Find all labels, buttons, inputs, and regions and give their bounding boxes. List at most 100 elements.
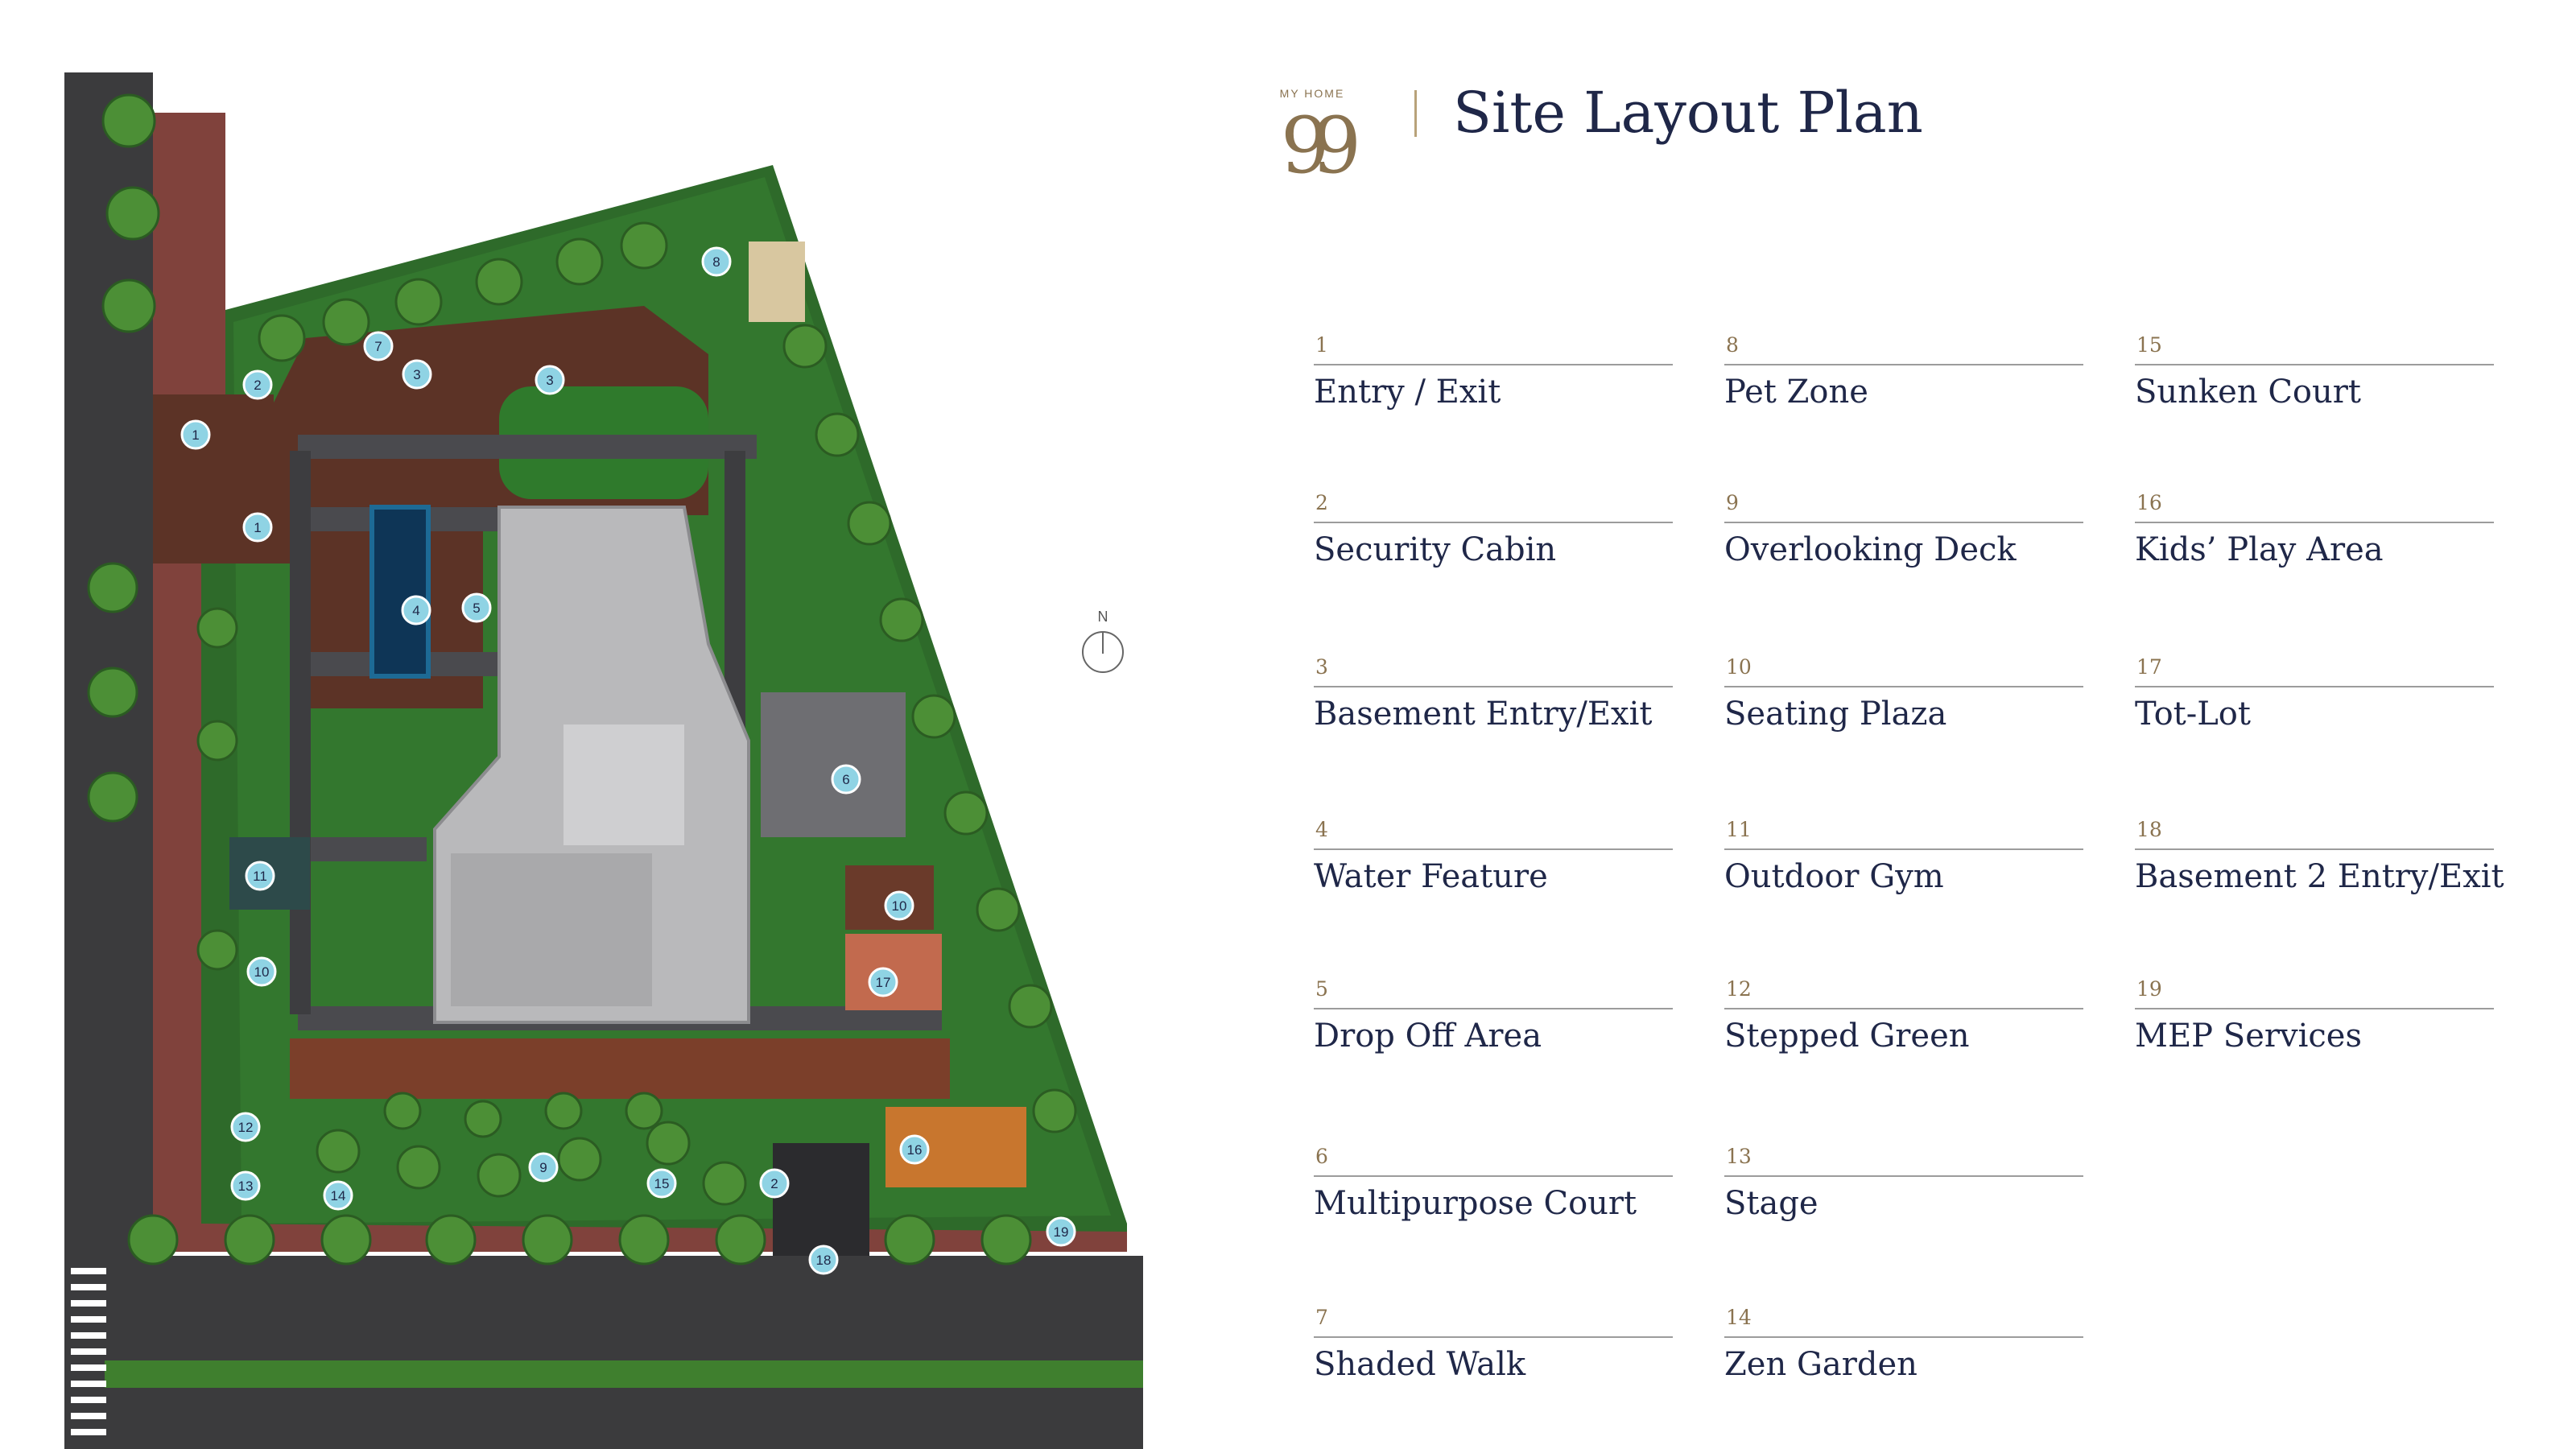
- title-divider: [1414, 90, 1417, 137]
- legend-label: Entry / Exit: [1314, 374, 1501, 411]
- marker-12: 12: [230, 1112, 261, 1142]
- marker-14: 14: [323, 1180, 353, 1211]
- marker-1b: 1: [242, 512, 273, 543]
- svg-text:1: 1: [254, 520, 261, 535]
- marker-1a: 1: [180, 419, 211, 450]
- building-hall: [451, 853, 652, 1006]
- marker-10a: 10: [884, 890, 914, 921]
- water-feature: [369, 505, 431, 679]
- multipurpose-court-area: [761, 692, 906, 837]
- legend-rule: [1314, 1336, 1673, 1338]
- legend-number: 1: [1315, 333, 1328, 357]
- legend-label: Multipurpose Court: [1314, 1185, 1637, 1222]
- legend-label: Sunken Court: [2135, 374, 2361, 411]
- legend-rule: [2135, 1008, 2494, 1009]
- legend-number: 7: [1315, 1306, 1328, 1329]
- legend-label: Zen Garden: [1724, 1346, 1918, 1383]
- legend-number: 14: [1726, 1306, 1752, 1329]
- legend-number: 19: [2136, 977, 2162, 1001]
- marker-16: 16: [899, 1134, 930, 1165]
- marker-15: 15: [646, 1168, 677, 1199]
- svg-text:6: 6: [842, 772, 849, 787]
- building-core: [564, 724, 684, 845]
- legend-rule: [1724, 364, 2083, 365]
- marker-9: 9: [528, 1152, 559, 1183]
- marker-5: 5: [461, 592, 492, 623]
- svg-text:18: 18: [816, 1253, 832, 1268]
- legend-label: MEP Services: [2135, 1018, 2362, 1055]
- service-road: [298, 837, 427, 861]
- legend-label: Outdoor Gym: [1724, 858, 1944, 895]
- marker-17: 17: [868, 967, 898, 997]
- legend-label: Water Feature: [1314, 858, 1548, 895]
- north-label: N: [1098, 609, 1108, 625]
- road-median-strip: [105, 1360, 1143, 1388]
- legend-rule: [1314, 686, 1673, 687]
- legend-label: Stepped Green: [1724, 1018, 1970, 1055]
- legend-label: Basement 2 Entry/Exit: [2135, 858, 2504, 895]
- legend-label: Shaded Walk: [1314, 1346, 1526, 1383]
- marker-7: 7: [363, 331, 394, 361]
- legend-number: 18: [2136, 818, 2162, 841]
- legend-label: Seating Plaza: [1724, 696, 1947, 733]
- page-title: Site Layout Plan: [1453, 80, 1923, 146]
- marker-2b: 2: [759, 1168, 790, 1199]
- legend-number: 15: [2136, 333, 2162, 357]
- marker-8: 8: [701, 246, 732, 277]
- legend-rule: [1314, 1175, 1673, 1177]
- svg-text:14: 14: [331, 1188, 346, 1203]
- legend-rule: [1724, 1336, 2083, 1338]
- svg-text:16: 16: [907, 1142, 923, 1158]
- legend-label: Kids’ Play Area: [2135, 531, 2384, 568]
- brand-logo: MY HOME 99: [1268, 87, 1361, 200]
- legend-rule: [2135, 364, 2494, 365]
- marker-10b: 10: [246, 956, 277, 987]
- svg-text:10: 10: [892, 898, 907, 914]
- marker-6: 6: [831, 764, 861, 795]
- legend-rule: [1724, 1175, 2083, 1177]
- legend-number: 9: [1726, 491, 1739, 514]
- pet-zone-area: [749, 242, 805, 322]
- south-road: [64, 1256, 1143, 1449]
- svg-text:4: 4: [412, 603, 419, 618]
- marker-2a: 2: [242, 369, 273, 400]
- svg-text:9: 9: [539, 1160, 547, 1175]
- site-plan-map: N 1 1 2 2 3 3 4 5 6 7 8 9 10 10 11 12 13…: [64, 72, 1143, 1449]
- marker-11: 11: [245, 861, 275, 891]
- legend-number: 16: [2136, 491, 2162, 514]
- svg-text:3: 3: [413, 367, 420, 382]
- legend-rule: [1314, 364, 1673, 365]
- legend-number: 8: [1726, 333, 1739, 357]
- legend-number: 11: [1726, 818, 1752, 841]
- svg-text:12: 12: [238, 1120, 254, 1135]
- svg-text:2: 2: [254, 378, 261, 393]
- marker-19: 19: [1046, 1216, 1076, 1247]
- legend-label: Overlooking Deck: [1724, 531, 2017, 568]
- svg-text:11: 11: [253, 869, 267, 884]
- marker-4: 4: [401, 595, 431, 625]
- legend-number: 17: [2136, 655, 2162, 679]
- legend-rule: [1724, 848, 2083, 850]
- legend-rule: [1314, 848, 1673, 850]
- north-arrow: N: [1082, 609, 1124, 673]
- marker-13: 13: [230, 1170, 261, 1201]
- legend-number: 13: [1726, 1145, 1752, 1168]
- svg-text:3: 3: [546, 373, 553, 388]
- legend-rule: [1724, 686, 2083, 687]
- svg-text:2: 2: [770, 1176, 778, 1191]
- legend-rule: [2135, 686, 2494, 687]
- legend-number: 6: [1315, 1145, 1328, 1168]
- svg-text:10: 10: [254, 964, 270, 980]
- overlooking-deck-area: [290, 1038, 950, 1099]
- legend-number: 2: [1315, 491, 1328, 514]
- legend-rule: [1314, 1008, 1673, 1009]
- svg-text:17: 17: [876, 975, 891, 990]
- legend-rule: [2135, 522, 2494, 523]
- legend-rule: [2135, 848, 2494, 850]
- legend-label: Basement Entry/Exit: [1314, 696, 1653, 733]
- legend-label: Stage: [1724, 1185, 1818, 1222]
- brand-number: 99: [1280, 101, 1361, 191]
- brand-top-text: MY HOME: [1279, 87, 1345, 100]
- legend-rule: [1724, 522, 2083, 523]
- legend-label: Tot-Lot: [2135, 696, 2251, 733]
